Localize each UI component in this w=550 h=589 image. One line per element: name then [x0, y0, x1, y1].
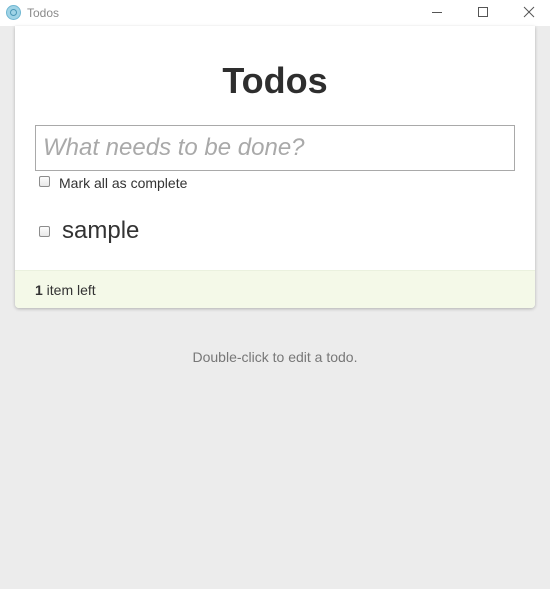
todo-count-number: 1 — [35, 282, 43, 298]
app-window: Todos Todos Mark all as complete sample — [0, 0, 550, 589]
todo-toggle-checkbox[interactable] — [39, 226, 50, 237]
minimize-button[interactable] — [414, 0, 460, 26]
new-todo-input[interactable] — [35, 125, 515, 171]
todo-count-suffix: item left — [42, 282, 96, 298]
todo-label[interactable]: sample — [62, 217, 139, 245]
info-text: Double-click to edit a todo. — [192, 349, 358, 365]
close-icon — [523, 6, 535, 18]
app-icon — [6, 5, 21, 20]
todo-item[interactable]: sample — [15, 212, 535, 252]
maximize-icon — [478, 7, 488, 17]
page-title: Todos — [222, 60, 328, 101]
todo-footer: 1 item left — [15, 270, 535, 308]
todo-app-card: Todos Mark all as complete sample 1 item… — [15, 26, 535, 308]
title-bar[interactable]: Todos — [0, 0, 550, 26]
toggle-all-label[interactable]: Mark all as complete — [59, 175, 187, 191]
maximize-button[interactable] — [460, 0, 506, 26]
minimize-icon — [432, 12, 442, 13]
toggle-all-checkbox[interactable] — [39, 176, 50, 187]
close-button[interactable] — [506, 0, 550, 26]
window-title: Todos — [27, 6, 60, 20]
todo-count: 1 item left — [35, 282, 96, 298]
